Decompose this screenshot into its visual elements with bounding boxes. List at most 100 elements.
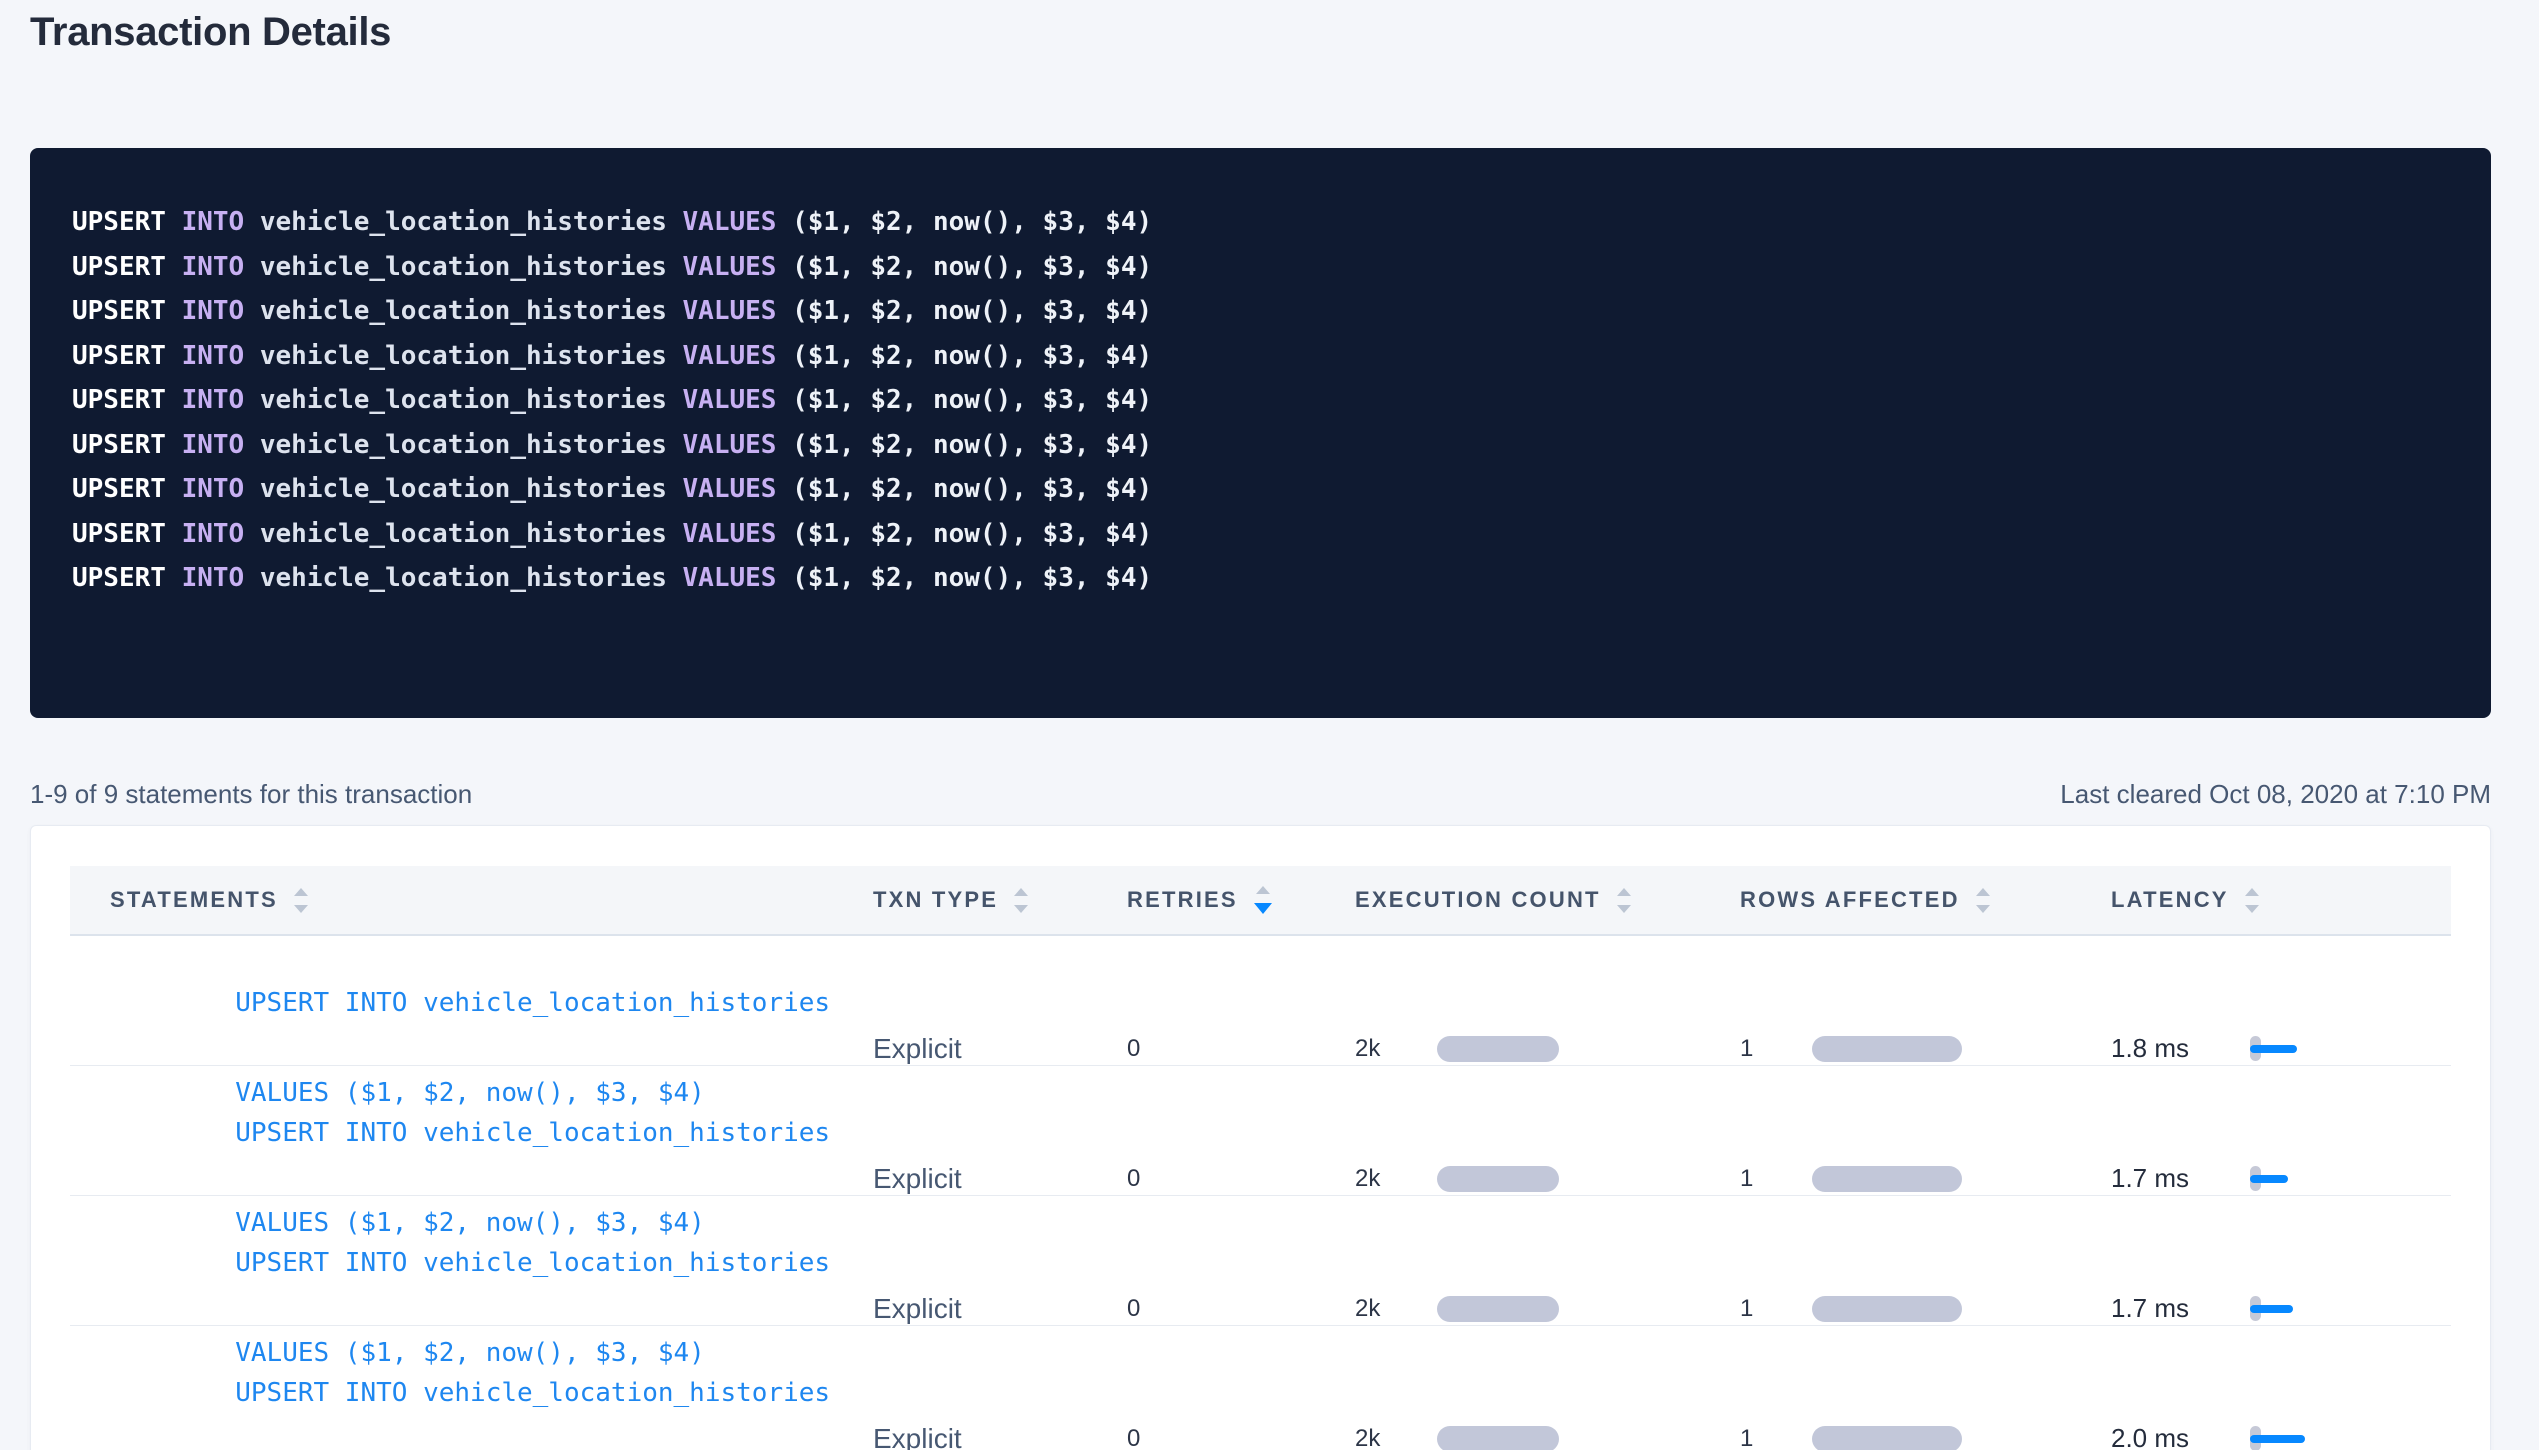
rows-affected-cell: 1	[1730, 1165, 2100, 1193]
sort-asc-icon	[294, 888, 308, 896]
rows-affected-value: 1	[1740, 1035, 1812, 1063]
latency-value: 1.7 ms	[2111, 1293, 2250, 1324]
rows-affected-cell: 1	[1730, 1295, 2100, 1323]
table-body: UPSERT INTO vehicle_location_histories V…	[70, 936, 2451, 1450]
execution-count-bar	[1437, 1036, 1559, 1062]
retries-cell: 0	[1115, 1425, 1345, 1450]
column-header-rows-affected[interactable]: Rows Affected	[1730, 887, 2100, 913]
execution-count-value: 2k	[1355, 1035, 1437, 1063]
txn-type-cell: Explicit	[860, 1033, 1115, 1065]
latency-chart	[2250, 1166, 2450, 1192]
latency-value: 1.8 ms	[2111, 1033, 2250, 1064]
txn-type-cell: Explicit	[860, 1423, 1115, 1450]
column-header-label: Statements	[110, 887, 278, 913]
page-title: Transaction Details	[30, 10, 391, 55]
latency-bar	[2250, 1175, 2288, 1183]
sql-statement-line: UPSERT INTO vehicle_location_histories V…	[72, 512, 2449, 557]
txn-type-cell: Explicit	[860, 1293, 1115, 1325]
execution-count-cell: 2k	[1345, 1165, 1730, 1193]
table-header-row: Statements Txn Type Retries Execution Co…	[70, 866, 2451, 936]
column-header-label: Retries	[1127, 887, 1238, 913]
column-header-label: Execution Count	[1355, 887, 1601, 913]
table-row: UPSERT INTO vehicle_location_histories V…	[70, 1196, 2451, 1326]
column-header-execution-count[interactable]: Execution Count	[1345, 887, 1730, 913]
table-row: UPSERT INTO vehicle_location_histories V…	[70, 1066, 2451, 1196]
sort-desc-icon	[294, 905, 308, 913]
sort-desc-icon	[1976, 905, 1990, 913]
column-header-statements[interactable]: Statements	[70, 887, 860, 913]
sql-statements-box: UPSERT INTO vehicle_location_histories V…	[30, 148, 2491, 718]
statement-link[interactable]: UPSERT INTO vehicle_location_histories V…	[110, 1326, 860, 1450]
rows-affected-cell: 1	[1730, 1425, 2100, 1450]
rows-affected-bar	[1812, 1296, 1962, 1322]
column-header-label: Latency	[2111, 887, 2229, 913]
sort-desc-icon	[1254, 903, 1272, 914]
execution-count-value: 2k	[1355, 1295, 1437, 1323]
retries-cell: 0	[1115, 1165, 1345, 1193]
latency-bar	[2250, 1305, 2293, 1313]
latency-cell: 1.8 ms	[2100, 1033, 2451, 1064]
latency-cell: 1.7 ms	[2100, 1163, 2451, 1194]
latency-bar	[2250, 1045, 2297, 1053]
rows-affected-cell: 1	[1730, 1035, 2100, 1063]
sort-icon[interactable]	[1254, 886, 1272, 914]
column-header-label: Txn Type	[873, 887, 998, 913]
latency-value: 2.0 ms	[2111, 1423, 2250, 1450]
rows-affected-value: 1	[1740, 1425, 1812, 1450]
execution-count-cell: 2k	[1345, 1035, 1730, 1063]
execution-count-bar	[1437, 1426, 1559, 1450]
execution-count-bar	[1437, 1296, 1559, 1322]
rows-affected-bar	[1812, 1036, 1962, 1062]
sort-icon[interactable]	[1014, 888, 1028, 913]
sql-statement-line: UPSERT INTO vehicle_location_histories V…	[72, 423, 2449, 468]
table-row: UPSERT INTO vehicle_location_histories V…	[70, 1326, 2451, 1450]
sort-asc-icon	[1617, 888, 1631, 896]
latency-chart	[2250, 1426, 2450, 1450]
sort-icon[interactable]	[1976, 888, 1990, 913]
sql-statement-line: UPSERT INTO vehicle_location_histories V…	[72, 245, 2449, 290]
column-header-label: Rows Affected	[1740, 887, 1960, 913]
sort-icon[interactable]	[294, 888, 308, 913]
sort-asc-icon	[2245, 888, 2259, 896]
sort-desc-icon	[2245, 905, 2259, 913]
sort-asc-icon	[1256, 886, 1270, 894]
latency-cell: 2.0 ms	[2100, 1423, 2451, 1450]
column-header-latency[interactable]: Latency	[2100, 887, 2451, 913]
latency-chart	[2250, 1296, 2450, 1322]
execution-count-cell: 2k	[1345, 1425, 1730, 1450]
execution-count-value: 2k	[1355, 1425, 1437, 1450]
sql-statement-line: UPSERT INTO vehicle_location_histories V…	[72, 200, 2449, 245]
rows-affected-bar	[1812, 1426, 1962, 1450]
last-cleared-text: Last cleared Oct 08, 2020 at 7:10 PM	[2060, 779, 2491, 810]
sql-statement-line: UPSERT INTO vehicle_location_histories V…	[72, 556, 2449, 601]
summary-bar: 1-9 of 9 statements for this transaction…	[30, 772, 2491, 816]
statements-count-text: 1-9 of 9 statements for this transaction	[30, 779, 472, 810]
sql-statement-line: UPSERT INTO vehicle_location_histories V…	[72, 467, 2449, 512]
table-row: UPSERT INTO vehicle_location_histories V…	[70, 936, 2451, 1066]
column-header-txn-type[interactable]: Txn Type	[860, 887, 1115, 913]
rows-affected-value: 1	[1740, 1295, 1812, 1323]
sort-desc-icon	[1617, 905, 1631, 913]
execution-count-bar	[1437, 1166, 1559, 1192]
statement-cell: UPSERT INTO vehicle_location_histories V…	[70, 1326, 860, 1450]
sort-icon[interactable]	[2245, 888, 2259, 913]
rows-affected-bar	[1812, 1166, 1962, 1192]
sql-statement-line: UPSERT INTO vehicle_location_histories V…	[72, 289, 2449, 334]
sort-asc-icon	[1014, 888, 1028, 896]
execution-count-cell: 2k	[1345, 1295, 1730, 1323]
latency-cell: 1.7 ms	[2100, 1293, 2451, 1324]
latency-chart	[2250, 1036, 2450, 1062]
sort-icon[interactable]	[1617, 888, 1631, 913]
latency-bar	[2250, 1435, 2305, 1443]
sort-asc-icon	[1976, 888, 1990, 896]
statements-table-card: Statements Txn Type Retries Execution Co…	[30, 825, 2491, 1450]
sql-code-lines: UPSERT INTO vehicle_location_histories V…	[72, 200, 2449, 601]
rows-affected-value: 1	[1740, 1165, 1812, 1193]
retries-cell: 0	[1115, 1295, 1345, 1323]
sort-desc-icon	[1014, 905, 1028, 913]
sql-statement-line: UPSERT INTO vehicle_location_histories V…	[72, 378, 2449, 423]
latency-value: 1.7 ms	[2111, 1163, 2250, 1194]
execution-count-value: 2k	[1355, 1165, 1437, 1193]
column-header-retries[interactable]: Retries	[1115, 886, 1345, 914]
txn-type-cell: Explicit	[860, 1163, 1115, 1195]
